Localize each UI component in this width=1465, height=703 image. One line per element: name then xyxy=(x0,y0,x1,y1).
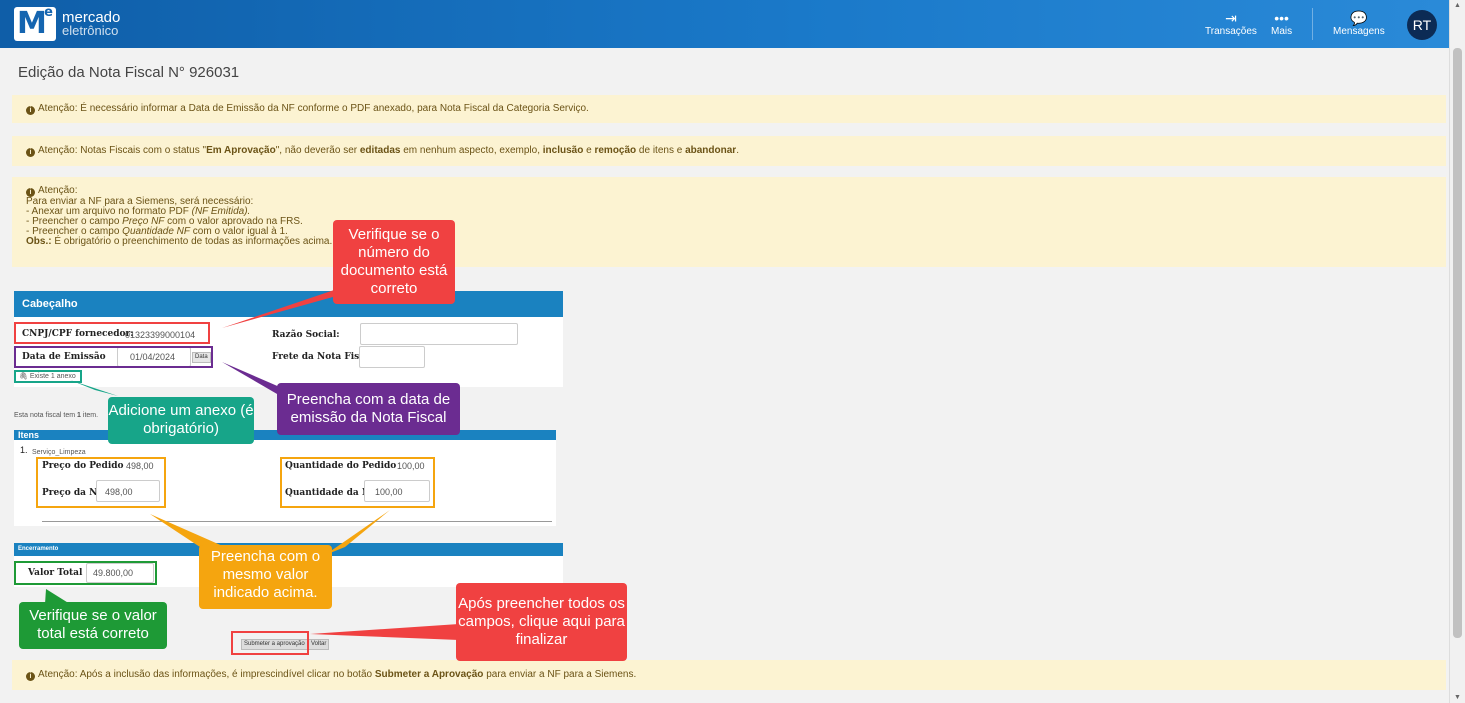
callout-verificar-documento: Verifique se o número do documento está … xyxy=(333,220,455,304)
callout-data-emissao: Preencha com a data de emissão da Nota F… xyxy=(277,383,460,435)
callout-valor-total: Verifique se o valor total está correto xyxy=(19,602,167,649)
pointer-orange-right xyxy=(325,510,390,555)
callout-finalizar: Após preencher todos os campos, clique a… xyxy=(456,583,627,661)
callout-mesmo-valor: Preencha com o mesmo valor indicado acim… xyxy=(199,545,332,609)
callout-anexo: Adicione um anexo (é obrigatório) xyxy=(108,397,254,444)
pointer-teal xyxy=(70,380,118,396)
pointer-orange-left xyxy=(150,514,225,547)
pointer-red-2 xyxy=(310,624,459,640)
